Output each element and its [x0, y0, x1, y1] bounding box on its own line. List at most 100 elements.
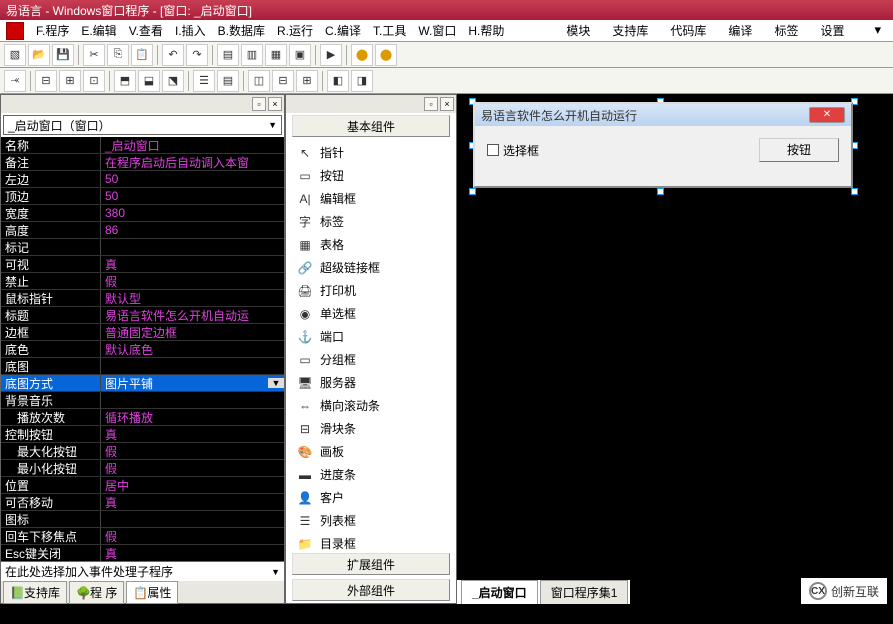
menu-view[interactable]: V.查看 [123, 20, 169, 41]
close-icon[interactable]: ✕ [809, 107, 845, 123]
menu-module[interactable]: 模块 [560, 20, 596, 41]
tab-property[interactable]: 📋属性 [126, 581, 178, 604]
property-value[interactable]: 在程序启动后自动调入本窗 [101, 154, 284, 170]
new-icon[interactable]: ▧ [4, 44, 26, 66]
category-basic[interactable]: 基本组件 [292, 115, 450, 137]
property-row[interactable]: 名称_启动窗口 [1, 137, 284, 154]
save-icon[interactable]: 💾 [52, 44, 74, 66]
menu-tag[interactable]: 标签 [768, 20, 804, 41]
property-row[interactable]: Esc键关闭真 [1, 545, 284, 561]
property-value[interactable]: 假 [101, 528, 284, 544]
property-row[interactable]: 禁止假 [1, 273, 284, 290]
property-row[interactable]: 标记 [1, 239, 284, 256]
event-selector[interactable]: 在此处选择加入事件处理子程序 ▼ [1, 561, 284, 581]
property-value[interactable]: 居中 [101, 477, 284, 493]
panel-close-icon[interactable]: × [268, 97, 282, 111]
property-row[interactable]: 可否移动真 [1, 494, 284, 511]
property-row[interactable]: 最小化按钮假 [1, 460, 284, 477]
component-item[interactable]: 📁目录框 [292, 532, 450, 551]
property-value[interactable] [101, 239, 284, 255]
menu-run[interactable]: R.运行 [271, 20, 319, 41]
property-value[interactable]: 50 [101, 188, 284, 204]
debug-icon[interactable]: ⬤ [351, 44, 373, 66]
property-value[interactable]: 真 [101, 256, 284, 272]
tab-program[interactable]: 🌳程 序 [69, 581, 124, 604]
property-value[interactable]: 真 [101, 494, 284, 510]
design-surface[interactable]: 易语言软件怎么开机自动运行 ✕ 选择框 按钮 _启动窗口 窗口程序集1 CX 创… [457, 94, 893, 604]
property-row[interactable]: 标题易语言软件怎么开机自动运 [1, 307, 284, 324]
property-value[interactable]: _启动窗口 [101, 137, 284, 153]
run-icon[interactable]: ▶ [320, 44, 342, 66]
property-value[interactable]: 假 [101, 273, 284, 289]
resize-handle[interactable] [657, 188, 664, 195]
layout1-icon[interactable]: ▤ [217, 44, 239, 66]
button-control[interactable]: 按钮 [759, 138, 839, 162]
property-value[interactable]: 图片平铺▼ [101, 375, 284, 391]
property-row[interactable]: 备注在程序启动后自动调入本窗 [1, 154, 284, 171]
property-row[interactable]: 底色默认底色 [1, 341, 284, 358]
align-1-icon[interactable]: ⊟ [35, 70, 57, 92]
component-item[interactable]: ▬进度条 [292, 463, 450, 486]
align-11-icon[interactable]: ⊞ [296, 70, 318, 92]
menu-support[interactable]: 支持库 [606, 20, 654, 41]
category-ext[interactable]: 扩展组件 [292, 553, 450, 575]
tab-program-set[interactable]: 窗口程序集1 [540, 580, 629, 604]
object-selector[interactable]: _启动窗口（窗口） ▼ [3, 115, 282, 135]
paste-icon[interactable]: 📋 [131, 44, 153, 66]
redo-icon[interactable]: ↷ [186, 44, 208, 66]
property-row[interactable]: 鼠标指针默认型 [1, 290, 284, 307]
property-row[interactable]: 左边50 [1, 171, 284, 188]
property-value[interactable]: 86 [101, 222, 284, 238]
component-item[interactable]: ▦表格 [292, 233, 450, 256]
align-6-icon[interactable]: ⬔ [162, 70, 184, 92]
resize-handle[interactable] [851, 188, 858, 195]
step-icon[interactable]: ⬤ [375, 44, 397, 66]
menu-settings[interactable]: 设置 [814, 20, 850, 41]
component-item[interactable]: ⚓端口 [292, 325, 450, 348]
tab-support-lib[interactable]: 📗支持库 [3, 581, 67, 604]
component-item[interactable]: ▭按钮 [292, 164, 450, 187]
undo-icon[interactable]: ↶ [162, 44, 184, 66]
menu-window[interactable]: W.窗口 [412, 20, 462, 41]
property-value[interactable] [101, 358, 284, 374]
component-item[interactable]: 🖨打印机 [292, 279, 450, 302]
align-3-icon[interactable]: ⊡ [83, 70, 105, 92]
property-value[interactable]: 真 [101, 426, 284, 442]
component-item[interactable]: 🔗超级链接框 [292, 256, 450, 279]
property-row[interactable]: 底图方式图片平铺▼ [1, 375, 284, 392]
layout4-icon[interactable]: ▣ [289, 44, 311, 66]
component-item[interactable]: ⇔横向滚动条 [292, 394, 450, 417]
component-item[interactable]: ↖指针 [292, 141, 450, 164]
property-row[interactable]: 回车下移焦点假 [1, 528, 284, 545]
align-7-icon[interactable]: ☰ [193, 70, 215, 92]
layout2-icon[interactable]: ▥ [241, 44, 263, 66]
tab-start-window[interactable]: _启动窗口 [461, 580, 538, 604]
component-item[interactable]: ⊟滑块条 [292, 417, 450, 440]
menu-insert[interactable]: I.插入 [169, 20, 212, 41]
property-value[interactable]: 假 [101, 460, 284, 476]
menu-help[interactable]: H.帮助 [462, 20, 510, 41]
align-left-icon[interactable]: ⤛ [4, 70, 26, 92]
align-4-icon[interactable]: ⬒ [114, 70, 136, 92]
align-12-icon[interactable]: ◧ [327, 70, 349, 92]
design-form[interactable]: 易语言软件怎么开机自动运行 ✕ 选择框 按钮 [473, 102, 853, 188]
panel-pin-icon[interactable]: ▫ [252, 97, 266, 111]
layout3-icon[interactable]: ▦ [265, 44, 287, 66]
checkbox-control[interactable]: 选择框 [487, 142, 539, 159]
component-item[interactable]: 👤客户 [292, 486, 450, 509]
menu-compile2[interactable]: 编译 [722, 20, 758, 41]
chevron-down-icon[interactable]: ▼ [268, 378, 284, 388]
property-row[interactable]: 边框普通固定边框 [1, 324, 284, 341]
property-row[interactable]: 位置居中 [1, 477, 284, 494]
property-row[interactable]: 最大化按钮假 [1, 443, 284, 460]
property-row[interactable]: 背景音乐 [1, 392, 284, 409]
menu-tools[interactable]: T.工具 [367, 20, 412, 41]
property-row[interactable]: 高度86 [1, 222, 284, 239]
panel-close-icon[interactable]: × [440, 97, 454, 111]
align-5-icon[interactable]: ⬓ [138, 70, 160, 92]
menu-edit[interactable]: E.编辑 [75, 20, 122, 41]
property-value[interactable]: 假 [101, 443, 284, 459]
property-row[interactable]: 可视真 [1, 256, 284, 273]
copy-icon[interactable]: ⎘ [107, 44, 129, 66]
component-item[interactable]: ▭分组框 [292, 348, 450, 371]
